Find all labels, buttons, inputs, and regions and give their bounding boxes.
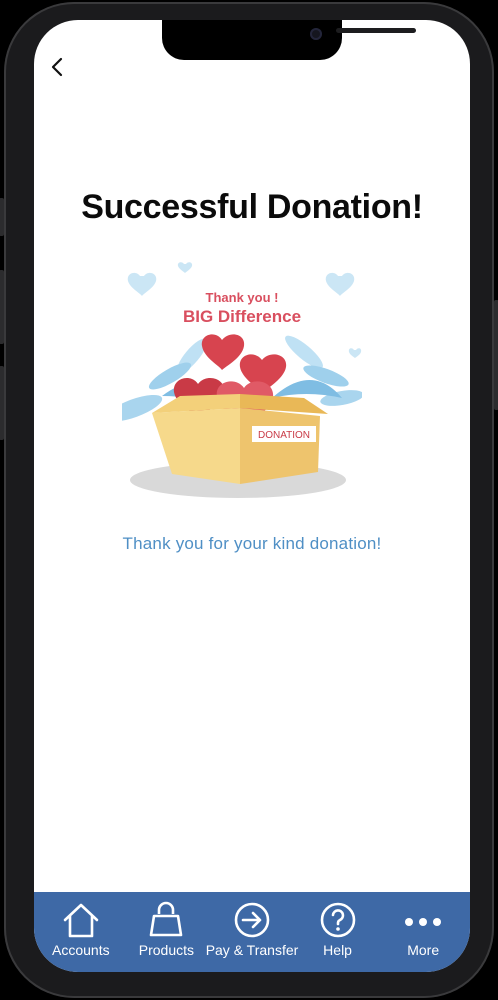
heart-outline-decor [177, 262, 193, 273]
tab-more[interactable]: More [381, 892, 465, 958]
question-circle-icon [320, 902, 355, 938]
tab-help[interactable]: Help [296, 892, 380, 958]
chevron-left-icon [51, 57, 63, 77]
home-icon [63, 903, 99, 938]
box-front-right [240, 408, 320, 484]
arrow-circle-icon [234, 902, 270, 938]
heart-outline-decor [325, 272, 355, 296]
shopping-bag-icon [150, 901, 183, 937]
tab-label: Pay & Transfer [205, 942, 299, 958]
tab-label: Help [323, 942, 352, 958]
volume-up-button [0, 270, 4, 344]
notch [162, 20, 416, 60]
illustration-thanks-text: Thank you ! [206, 290, 279, 305]
leaf-decor [285, 335, 323, 369]
tab-label: Products [138, 942, 195, 958]
heart-outline-decor [348, 348, 362, 358]
power-button [494, 300, 498, 410]
illustration-difference-text: BIG Difference [183, 307, 301, 326]
tab-label: Accounts [52, 942, 110, 958]
tab-pay-transfer[interactable]: Pay & Transfer [206, 892, 298, 958]
bottom-tab-bar: Accounts Products Pay & Transfer Help Mo… [34, 892, 470, 972]
donation-box-illustration: Thank you ! BIG Difference DONATION [122, 262, 362, 498]
heart-decor [201, 334, 245, 370]
box-label-text: DONATION [258, 430, 310, 441]
front-camera [310, 28, 322, 40]
tab-products[interactable]: Products [124, 892, 208, 958]
volume-down-button [0, 366, 4, 440]
page-title: Successful Donation! [81, 188, 423, 226]
speaker-grille [336, 28, 416, 33]
tab-label: More [407, 942, 440, 958]
app-screen: Successful Donation! Thank you ! BIG Dif… [34, 20, 470, 972]
silent-switch [0, 198, 4, 236]
back-button[interactable] [46, 54, 68, 80]
tab-accounts[interactable]: Accounts [39, 892, 123, 958]
more-dots-icon [405, 918, 442, 926]
donation-message: Thank you for your kind donation! [122, 534, 382, 553]
heart-outline-decor [127, 272, 157, 296]
